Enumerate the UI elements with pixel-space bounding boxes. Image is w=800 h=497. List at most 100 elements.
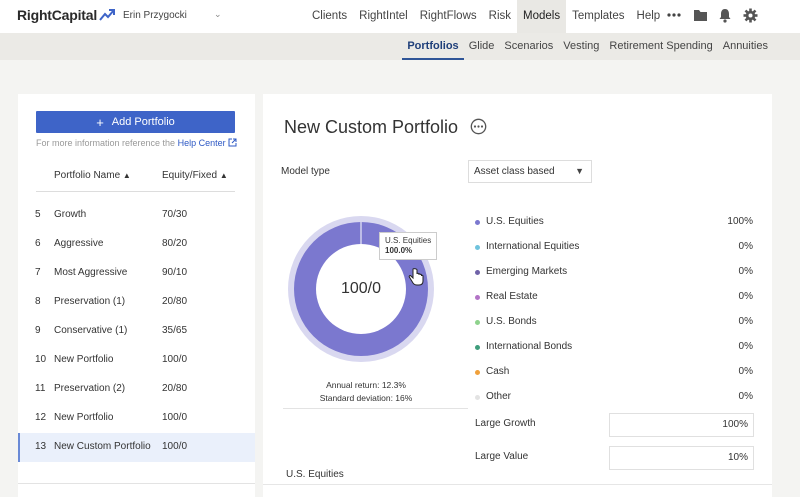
row-number: 8 <box>35 296 41 307</box>
standard-deviation: Standard deviation: 16% <box>319 393 413 403</box>
hand-cursor-icon <box>408 268 424 286</box>
legend-dot <box>475 295 480 300</box>
sub-allocation-row: Large Growth 100% <box>468 413 754 437</box>
column-header-name[interactable]: Portfolio Name ▲︎ <box>54 170 131 181</box>
external-link-icon[interactable] <box>228 138 237 147</box>
column-header-equity[interactable]: Equity/Fixed ▲︎ <box>162 170 228 181</box>
legend-dot <box>475 370 480 375</box>
row-ratio: 70/30 <box>162 209 188 220</box>
portfolio-stats: Annual return: 12.3% Standard deviation:… <box>316 379 416 405</box>
row-ratio: 20/80 <box>162 383 188 394</box>
main-nav: Clients RightIntel RightFlows Risk Model… <box>306 0 666 33</box>
folder-icon[interactable] <box>693 8 708 22</box>
row-name: Preservation (2) <box>54 383 126 394</box>
allocation-row: Cash 0% <box>473 364 753 382</box>
legend-dot <box>475 320 480 325</box>
tab-scenarios[interactable]: Scenarios <box>499 33 558 60</box>
allocation-row: U.S. Bonds 0% <box>473 314 753 332</box>
header-divider <box>36 191 235 192</box>
gear-icon[interactable] <box>743 8 758 23</box>
add-portfolio-label: Add Portfolio <box>111 116 175 128</box>
legend-dot <box>475 395 480 400</box>
table-row[interactable]: 12 New Portfolio 100/0 <box>18 404 255 433</box>
sub-nav: Portfolios Glide Scenarios Vesting Retir… <box>402 33 773 60</box>
nav-rightintel[interactable]: RightIntel <box>353 0 414 33</box>
model-type-select[interactable]: Asset class based ▼︎ <box>468 160 592 183</box>
row-number: 13 <box>35 441 47 452</box>
allocation-name: U.S. Equities <box>486 216 544 227</box>
tooltip-value: 100.0% <box>385 246 413 255</box>
row-name: New Portfolio <box>54 412 114 423</box>
tab-glide[interactable]: Glide <box>464 33 500 60</box>
more-options-icon[interactable] <box>470 118 487 135</box>
top-bar: RightCapital Erin Przygocki ⌄ Clients Ri… <box>0 0 800 33</box>
sort-icon[interactable]: ▲︎ <box>123 171 131 180</box>
table-row[interactable]: 11 Preservation (2) 20/80 <box>18 375 255 404</box>
table-row[interactable]: 8 Preservation (1) 20/80 <box>18 288 255 317</box>
row-name: Conservative (1) <box>54 325 128 336</box>
row-number: 6 <box>35 238 41 249</box>
bottom-divider <box>263 484 772 485</box>
nav-risk[interactable]: Risk <box>483 0 517 33</box>
row-ratio: 35/65 <box>162 325 188 336</box>
row-number: 11 <box>35 383 46 394</box>
allocation-value: 100% <box>727 216 753 227</box>
col-equity-label: Equity/Fixed <box>162 170 218 181</box>
row-name: New Portfolio <box>54 354 114 365</box>
row-ratio: 100/0 <box>162 354 188 365</box>
row-name: New Custom Portfolio <box>54 441 151 452</box>
allocation-value: 0% <box>738 391 753 402</box>
more-icon[interactable] <box>667 13 681 17</box>
logo-arrow-icon <box>99 9 116 21</box>
nav-clients[interactable]: Clients <box>306 0 353 33</box>
row-number: 12 <box>35 412 47 423</box>
page-title: New Custom Portfolio <box>284 117 459 137</box>
sub-allocation-input[interactable]: 100% <box>609 413 754 437</box>
tab-retirement-spending[interactable]: Retirement Spending <box>604 33 717 60</box>
allocation-row: U.S. Equities 100% <box>473 214 753 232</box>
table-row[interactable]: 7 Most Aggressive 90/10 <box>18 259 255 288</box>
sub-allocation-row: Large Value 10% <box>468 446 754 470</box>
legend-dot <box>475 220 480 225</box>
plus-icon: + <box>96 114 104 130</box>
help-center-link[interactable]: Help Center <box>178 138 226 148</box>
section-label-us-equities: U.S. Equities <box>286 469 344 480</box>
logo-text: RightCapital <box>17 7 98 23</box>
legend-dot <box>475 270 480 275</box>
table-row[interactable]: 10 New Portfolio 100/0 <box>18 346 255 375</box>
row-number: 5 <box>35 209 41 220</box>
row-ratio: 20/80 <box>162 296 188 307</box>
allocation-value: 0% <box>738 266 753 277</box>
sub-allocation-name: Large Value <box>475 451 529 462</box>
sub-allocation-input[interactable]: 10% <box>609 446 754 470</box>
allocation-name: Cash <box>486 366 510 377</box>
allocation-name: Other <box>486 391 512 402</box>
bell-icon[interactable] <box>718 8 732 23</box>
rightcapital-logo[interactable]: RightCapital <box>17 7 116 23</box>
allocation-row: International Equities 0% <box>473 239 753 257</box>
tab-vesting[interactable]: Vesting <box>558 33 604 60</box>
nav-rightflows[interactable]: RightFlows <box>414 0 483 33</box>
tab-portfolios[interactable]: Portfolios <box>402 33 464 60</box>
table-row[interactable]: 5 Growth 70/30 <box>18 201 255 230</box>
row-ratio: 100/0 <box>162 412 188 423</box>
table-row-selected[interactable]: 13 New Custom Portfolio 100/0 <box>18 433 255 462</box>
annual-return: Annual return: 12.3% <box>326 380 406 390</box>
tab-annuities[interactable]: Annuities <box>718 33 773 60</box>
chevron-down-icon[interactable]: ⌄ <box>214 9 222 20</box>
allocation-row: Other 0% <box>473 389 753 407</box>
nav-templates[interactable]: Templates <box>566 0 630 33</box>
nav-help[interactable]: Help <box>631 0 667 33</box>
table-row[interactable]: 9 Conservative (1) 35/65 <box>18 317 255 346</box>
sub-nav-bar: Portfolios Glide Scenarios Vesting Retir… <box>0 33 800 60</box>
add-portfolio-button[interactable]: + Add Portfolio <box>36 111 235 133</box>
nav-models[interactable]: Models <box>517 0 567 33</box>
user-menu[interactable]: Erin Przygocki <box>123 10 187 21</box>
row-ratio: 80/20 <box>162 238 188 249</box>
row-name: Aggressive <box>54 238 104 249</box>
table-row[interactable]: 6 Aggressive 80/20 <box>18 230 255 259</box>
row-name: Growth <box>54 209 87 220</box>
chevron-down-icon: ▼︎ <box>575 166 584 176</box>
list-bottom-divider <box>18 483 255 484</box>
sort-icon[interactable]: ▲︎ <box>220 171 228 180</box>
